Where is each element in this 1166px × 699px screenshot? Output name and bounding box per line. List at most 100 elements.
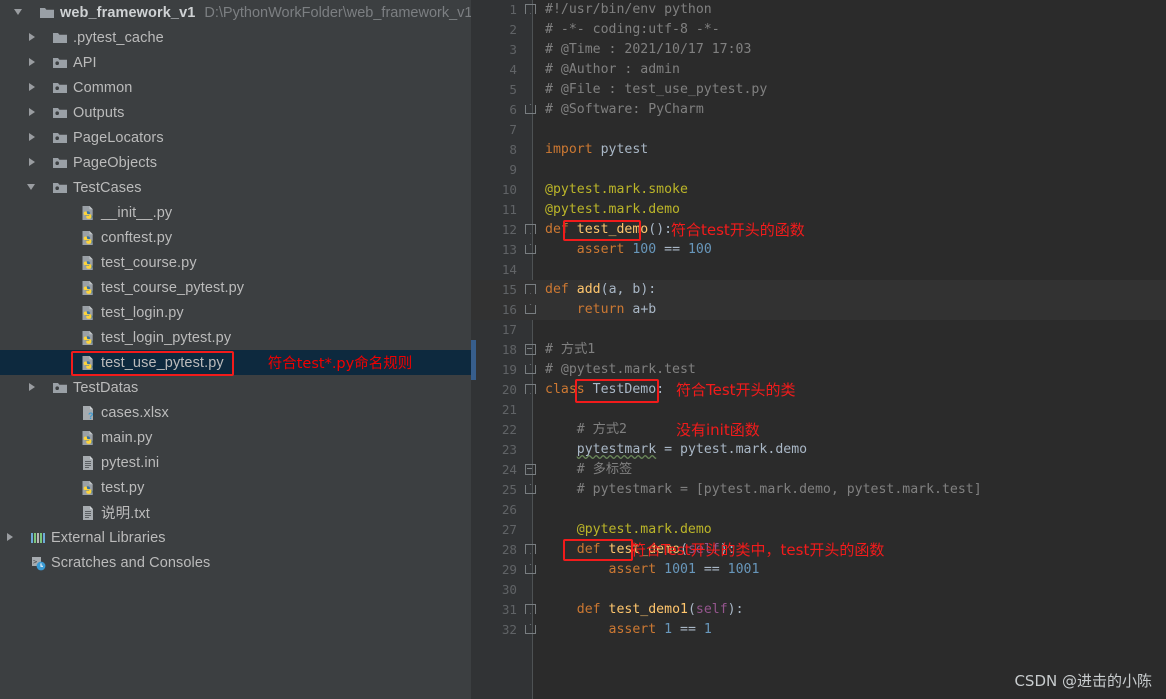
chevron-right-icon[interactable] xyxy=(27,107,38,118)
tree-row--init-py[interactable]: __init__.py xyxy=(0,200,471,225)
code-text: assert 1001 == 1001 xyxy=(608,562,760,577)
code-line[interactable]: 15 def add(a, b): xyxy=(471,280,1166,300)
chevron-right-icon[interactable] xyxy=(27,132,38,143)
code-line[interactable]: 19 # @pytest.mark.test xyxy=(471,360,1166,380)
code-line[interactable]: 25 # pytestmark = [pytest.mark.demo, pyt… xyxy=(471,480,1166,500)
chevron-right-icon[interactable] xyxy=(27,82,38,93)
tree-row--txt[interactable]: 说明.txt xyxy=(0,500,471,525)
code-line[interactable]: 30 xyxy=(471,580,1166,600)
tree-row-test-use-pytest-py[interactable]: test_use_pytest.py 符合test*.py命名规则 xyxy=(0,350,471,375)
python-file-icon xyxy=(80,430,96,446)
tree-item-label: test.py xyxy=(101,479,145,496)
code-line[interactable]: 9 xyxy=(471,160,1166,180)
tree-row-main-py[interactable]: main.py xyxy=(0,425,471,450)
tree-row--pytest-cache[interactable]: .pytest_cache xyxy=(0,25,471,50)
tree-row-testdatas[interactable]: TestDatas xyxy=(0,375,471,400)
chevron-down-icon[interactable] xyxy=(27,182,38,193)
tree-item-label: test_course_pytest.py xyxy=(101,279,245,296)
code-line[interactable]: 24 # 多标签 xyxy=(471,460,1166,480)
code-line[interactable]: 12 def test_demo(): xyxy=(471,220,1166,240)
tree-item-label: TestCases xyxy=(73,179,142,196)
code-fold-minus-icon[interactable] xyxy=(525,464,536,475)
code-line[interactable]: 32 assert 1 == 1 xyxy=(471,620,1166,640)
code-fold-minus-icon[interactable] xyxy=(525,344,536,355)
code-editor[interactable]: 1 #!/usr/bin/env python 2 # -*- coding:utf-… xyxy=(471,0,1166,699)
chevron-right-icon[interactable] xyxy=(27,57,38,68)
tree-item-label: External Libraries xyxy=(51,529,166,546)
code-fold-end-icon[interactable] xyxy=(525,244,536,255)
line-number: 27 xyxy=(501,522,517,537)
code-fold-end-icon[interactable] xyxy=(525,564,536,575)
code-line[interactable]: 2 # -*- coding:utf-8 -*- xyxy=(471,20,1166,40)
line-number: 22 xyxy=(501,422,517,437)
code-line[interactable]: 6 # @Software: PyCharm xyxy=(471,100,1166,120)
code-line[interactable]: 23 pytestmark = pytest.mark.demo xyxy=(471,440,1166,460)
tree-row-cases-xlsx[interactable]: ? cases.xlsx xyxy=(0,400,471,425)
code-line[interactable]: 26 xyxy=(471,500,1166,520)
code-fold-open-icon[interactable] xyxy=(525,544,536,555)
code-fold-open-icon[interactable] xyxy=(525,224,536,235)
code-line[interactable]: 3 # @Time : 2021/10/17 17:03 xyxy=(471,40,1166,60)
code-text: def add(a, b): xyxy=(545,282,657,297)
tree-arrow-placeholder xyxy=(55,257,66,268)
code-line[interactable]: 22 # 方式2 xyxy=(471,420,1166,440)
code-fold-open-icon[interactable] xyxy=(525,604,536,615)
code-fold-end-icon[interactable] xyxy=(525,304,536,315)
tree-row-outputs[interactable]: Outputs xyxy=(0,100,471,125)
scratches-icon: > xyxy=(30,555,46,571)
tree-row-testcases[interactable]: TestCases xyxy=(0,175,471,200)
tree-row-pageobjects[interactable]: PageObjects xyxy=(0,150,471,175)
code-fold-end-icon[interactable] xyxy=(525,104,536,115)
code-line[interactable]: 11 @pytest.mark.demo xyxy=(471,200,1166,220)
code-line[interactable]: 4 # @Author : admin xyxy=(471,60,1166,80)
code-fold-open-icon[interactable] xyxy=(525,384,536,395)
tree-item-label: main.py xyxy=(101,429,153,446)
module-folder-icon xyxy=(52,131,68,145)
code-line[interactable]: 7 xyxy=(471,120,1166,140)
code-line[interactable]: 20 class TestDemo: xyxy=(471,380,1166,400)
tree-row-external-libraries[interactable]: External Libraries xyxy=(0,525,471,550)
tree-row-scratches-and-consoles[interactable]: > Scratches and Consoles xyxy=(0,550,471,575)
code-line[interactable]: 10 @pytest.mark.smoke xyxy=(471,180,1166,200)
code-fold-open-icon[interactable] xyxy=(525,4,536,15)
code-fold-end-icon[interactable] xyxy=(525,484,536,495)
line-number: 10 xyxy=(501,182,517,197)
code-line[interactable]: 21 xyxy=(471,400,1166,420)
code-fold-end-icon[interactable] xyxy=(525,364,536,375)
line-number: 25 xyxy=(501,482,517,497)
tree-row-test-course-py[interactable]: test_course.py xyxy=(0,250,471,275)
code-line[interactable]: 17 xyxy=(471,320,1166,340)
code-fold-open-icon[interactable] xyxy=(525,284,536,295)
tree-item-list[interactable]: .pytest_cache API Common Outputs PageLocator… xyxy=(0,25,471,575)
code-line[interactable]: 5 # @File : test_use_pytest.py xyxy=(471,80,1166,100)
chevron-down-icon[interactable] xyxy=(14,7,25,18)
code-line[interactable]: 16 return a+b xyxy=(471,300,1166,320)
tree-row-common[interactable]: Common xyxy=(0,75,471,100)
chevron-right-icon[interactable] xyxy=(27,382,38,393)
code-line[interactable]: 14 xyxy=(471,260,1166,280)
code-line[interactable]: 29 assert 1001 == 1001 xyxy=(471,560,1166,580)
tree-row-test-py[interactable]: test.py xyxy=(0,475,471,500)
tree-row-pytest-ini[interactable]: pytest.ini xyxy=(0,450,471,475)
code-annotation-text: 符合Test开头的类 xyxy=(676,381,796,399)
tree-row-test-course-pytest-py[interactable]: test_course_pytest.py xyxy=(0,275,471,300)
code-line[interactable]: 8 import pytest xyxy=(471,140,1166,160)
chevron-right-icon[interactable] xyxy=(27,157,38,168)
chevron-right-icon[interactable] xyxy=(27,32,38,43)
code-line[interactable]: 1 #!/usr/bin/env python xyxy=(471,0,1166,20)
project-tree-panel[interactable]: web_framework_v1 D:\PythonWorkFolder\web… xyxy=(0,0,471,699)
tree-item-label: test_login.py xyxy=(101,304,184,321)
tree-row-test-login-pytest-py[interactable]: test_login_pytest.py xyxy=(0,325,471,350)
tree-arrow-placeholder xyxy=(55,282,66,293)
code-line[interactable]: 31 def test_demo1(self): xyxy=(471,600,1166,620)
tree-row-api[interactable]: API xyxy=(0,50,471,75)
tree-row-test-login-py[interactable]: test_login.py xyxy=(0,300,471,325)
tree-row-conftest-py[interactable]: conftest.py xyxy=(0,225,471,250)
code-line[interactable]: 13 assert 100 == 100 xyxy=(471,240,1166,260)
tree-row-pagelocators[interactable]: PageLocators xyxy=(0,125,471,150)
chevron-right-icon[interactable] xyxy=(5,532,16,543)
code-line[interactable]: 27 @pytest.mark.demo xyxy=(471,520,1166,540)
code-fold-end-icon[interactable] xyxy=(525,624,536,635)
code-line[interactable]: 18 # 方式1 xyxy=(471,340,1166,360)
tree-row-project-root[interactable]: web_framework_v1 D:\PythonWorkFolder\web… xyxy=(0,0,471,25)
